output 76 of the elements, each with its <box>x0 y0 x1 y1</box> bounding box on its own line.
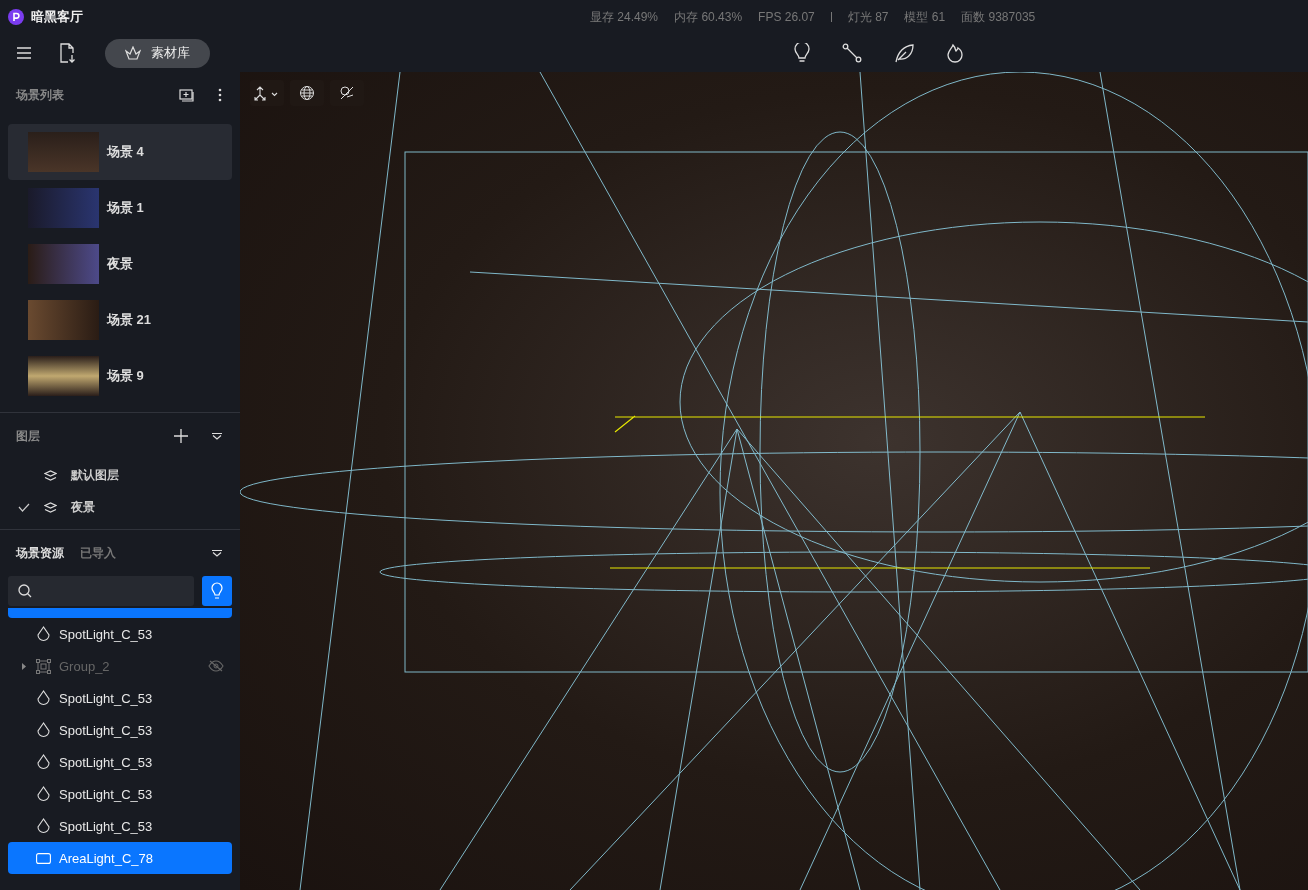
thumbnail-placeholder <box>28 132 99 172</box>
lightbulb-icon <box>211 582 223 600</box>
resource-tab[interactable]: 场景资源 <box>16 544 64 562</box>
layer-item[interactable]: 默认图层 <box>0 459 240 491</box>
lightbulb-icon[interactable] <box>794 43 810 63</box>
scene-item[interactable]: 场景 4 <box>8 124 232 180</box>
collapse-icon[interactable] <box>212 549 222 557</box>
app-title: 暗黑客厅 <box>31 8 83 26</box>
tree-item[interactable]: SpotLight_C_53 <box>8 746 232 778</box>
menu-icon[interactable] <box>17 47 31 59</box>
add-scene-icon[interactable] <box>179 88 194 102</box>
layers-icon <box>44 469 57 481</box>
tree-item[interactable]: SpotLight_C_53 <box>8 810 232 842</box>
tree-item[interactable]: SpotLight_C_53 <box>8 778 232 810</box>
stat-readout: 灯光 87 <box>847 8 889 26</box>
resource-tab[interactable]: 已导入 <box>80 544 116 562</box>
thumbnail-placeholder <box>28 356 99 396</box>
tree-item[interactable]: SpotLight_C_53 <box>8 618 232 650</box>
tree-item[interactable]: AreaLight_C_78 <box>8 842 232 874</box>
tree-item-name: SpotLight_C_53 <box>59 626 153 642</box>
scene-item[interactable]: 场景 21 <box>8 292 232 348</box>
plus-icon[interactable] <box>174 429 188 443</box>
file-import-icon[interactable] <box>59 43 77 63</box>
spotlight-icon <box>36 690 51 706</box>
thumbnail-placeholder <box>28 244 99 284</box>
thumbnail-placeholder <box>28 300 99 340</box>
layers-icon <box>44 501 57 513</box>
tree-item[interactable]: SpotLight_C_53 <box>8 682 232 714</box>
thumbnail-placeholder <box>28 188 99 228</box>
search-icon <box>18 584 32 598</box>
more-options-icon[interactable] <box>218 88 222 102</box>
tree-item-name: SpotLight_C_53 <box>59 786 153 802</box>
scene-name: 夜景 <box>107 255 133 273</box>
spotlight-icon <box>36 722 51 738</box>
flame-icon[interactable] <box>946 43 964 63</box>
spotlight-icon <box>36 754 51 770</box>
stat-readout: 显存 24.49% <box>590 8 659 26</box>
tree-item-name: SpotLight_C_53 <box>59 818 153 834</box>
layer-name: 夜景 <box>71 498 95 516</box>
app-logo-icon <box>8 9 24 25</box>
stat-readout: 内存 60.43% <box>674 8 743 26</box>
tree-item-name: SpotLight_C_53 <box>59 754 153 770</box>
scene-name: 场景 9 <box>107 367 144 385</box>
spotlight-icon <box>36 626 51 642</box>
scene-name: 场景 4 <box>107 143 144 161</box>
light-filter-button[interactable] <box>202 576 232 606</box>
leaf-icon[interactable] <box>894 43 914 63</box>
library-button[interactable]: 素材库 <box>105 38 210 68</box>
collapse-icon[interactable] <box>212 432 222 440</box>
expand-caret-icon[interactable] <box>22 662 26 670</box>
search-field[interactable] <box>8 576 194 606</box>
area-light-icon <box>36 852 51 864</box>
stat-readout: FPS 26.07 <box>758 10 815 24</box>
scene-item[interactable]: 场景 9 <box>8 348 232 404</box>
tree-item[interactable]: SpotLight_C_53 <box>8 714 232 746</box>
spotlight-icon <box>36 818 51 834</box>
stat-readout: 面数 9387035 <box>961 8 1036 26</box>
scene-item[interactable]: 夜景 <box>8 236 232 292</box>
section-title: 图层 <box>16 427 40 445</box>
scene-item[interactable]: 场景 1 <box>8 180 232 236</box>
layer-item[interactable]: 夜景 <box>0 491 240 523</box>
group-icon <box>36 658 51 674</box>
hidden-eye-icon[interactable] <box>208 660 224 672</box>
tree-item-name: AreaLight_C_78 <box>59 850 153 866</box>
tree-item-name: SpotLight_C_53 <box>59 722 153 738</box>
node-link-icon[interactable] <box>842 43 862 63</box>
transform-axes-icon[interactable] <box>250 80 284 106</box>
spotlight-icon <box>36 786 51 802</box>
tree-item-name: SpotLight_C_53 <box>59 690 153 706</box>
crown-icon <box>125 46 141 60</box>
tree-item-name: Group_2 <box>59 658 110 674</box>
scene-name: 场景 21 <box>107 311 152 329</box>
layer-name: 默认图层 <box>71 466 119 484</box>
stat-readout: 模型 61 <box>904 8 946 26</box>
scene-name: 场景 1 <box>107 199 144 217</box>
section-title: 场景列表 <box>16 86 64 104</box>
